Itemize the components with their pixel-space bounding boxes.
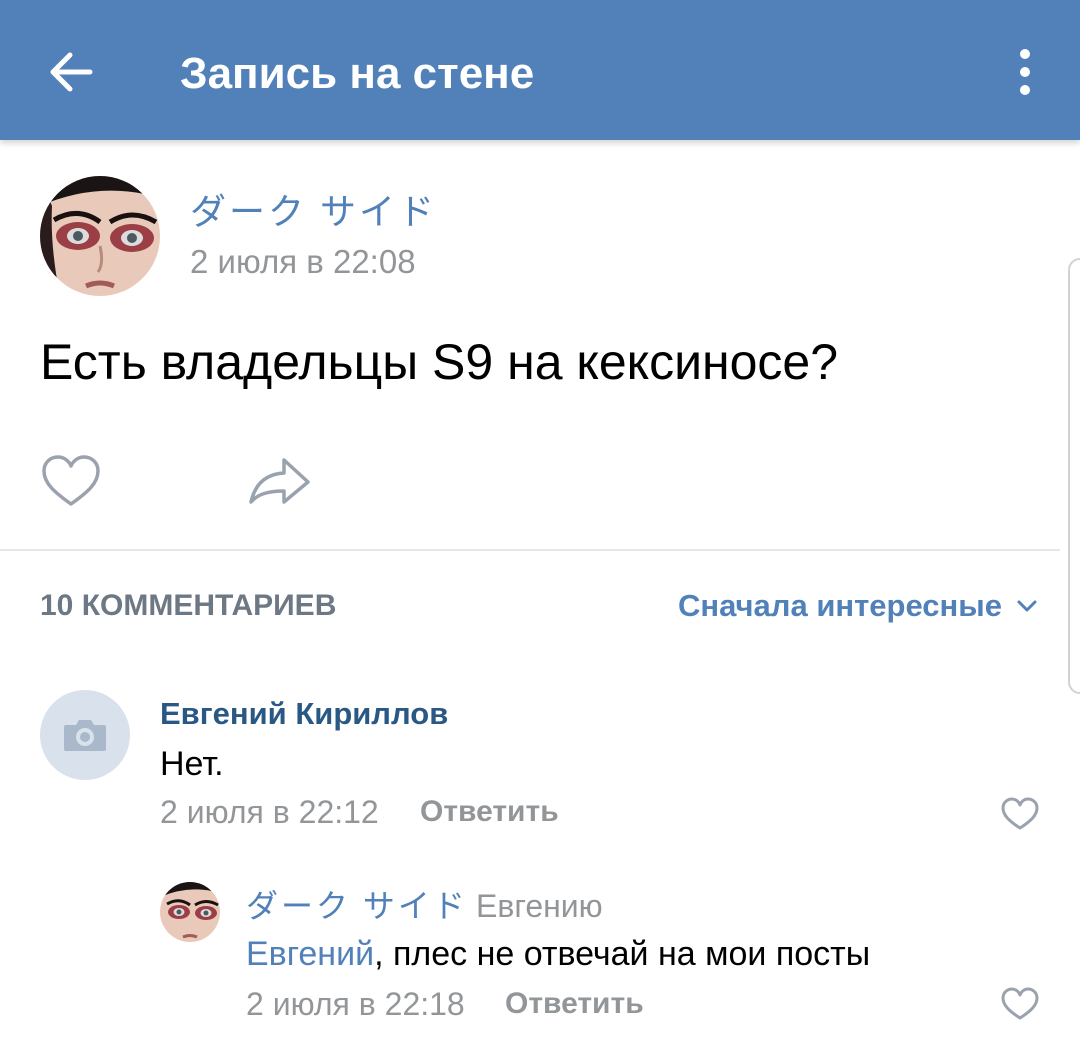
comments-sort-dropdown[interactable]: Сначала интересные xyxy=(678,584,1038,628)
post-divider xyxy=(0,549,1060,551)
share-arrow-icon xyxy=(249,458,310,504)
mention-link[interactable]: Евгений xyxy=(246,935,374,973)
comment-date: 2 июля в 22:12 xyxy=(160,794,379,830)
reply-reply-button[interactable]: Ответить xyxy=(505,982,644,1026)
post-share-button[interactable] xyxy=(246,452,312,510)
comment-reply-button[interactable]: Ответить xyxy=(420,790,559,834)
comment-like-button[interactable] xyxy=(1000,796,1040,832)
reply-text: , плес не отвечай на мои посты xyxy=(374,935,871,973)
heart-outline-icon xyxy=(1001,987,1039,1020)
post-author-name[interactable]: ダーク サイド xyxy=(190,190,437,234)
commenter-avatar[interactable] xyxy=(40,690,130,780)
sort-label: Сначала интересные xyxy=(677,588,1002,623)
reply-author[interactable]: ダーク サイド xyxy=(246,884,468,928)
arrow-left-icon xyxy=(50,52,93,92)
post-text: Есть владельцы S9 на кексиносе? xyxy=(40,334,839,390)
back-button[interactable] xyxy=(38,42,104,102)
reply-text-line: Евгений, плес не отвечай на мои посты xyxy=(246,932,870,976)
more-options-button[interactable] xyxy=(1000,44,1050,100)
reply-author-avatar[interactable] xyxy=(160,882,220,942)
comments-count: 10 КОММЕНТАРИЕВ xyxy=(40,589,337,622)
post-like-button[interactable] xyxy=(40,452,102,510)
heart-outline-icon xyxy=(42,455,100,506)
app-header: Запись на стене xyxy=(0,0,1080,140)
heart-outline-icon xyxy=(1001,797,1039,830)
reply-to-label[interactable]: Евгению xyxy=(476,884,603,928)
post-date: 2 июля в 22:08 xyxy=(190,243,416,280)
author-avatar[interactable] xyxy=(40,176,160,296)
reply-date: 2 июля в 22:18 xyxy=(246,986,465,1022)
page-title: Запись на стене xyxy=(180,49,535,98)
comment-author[interactable]: Евгений Кириллов xyxy=(160,694,448,734)
camera-placeholder-icon xyxy=(64,720,106,751)
comment-text: Нет. xyxy=(160,745,224,783)
reply-like-button[interactable] xyxy=(1000,986,1040,1022)
more-vertical-icon xyxy=(1020,49,1030,95)
chevron-down-icon xyxy=(1017,600,1037,612)
edge-scroll-handle[interactable] xyxy=(1068,258,1080,694)
